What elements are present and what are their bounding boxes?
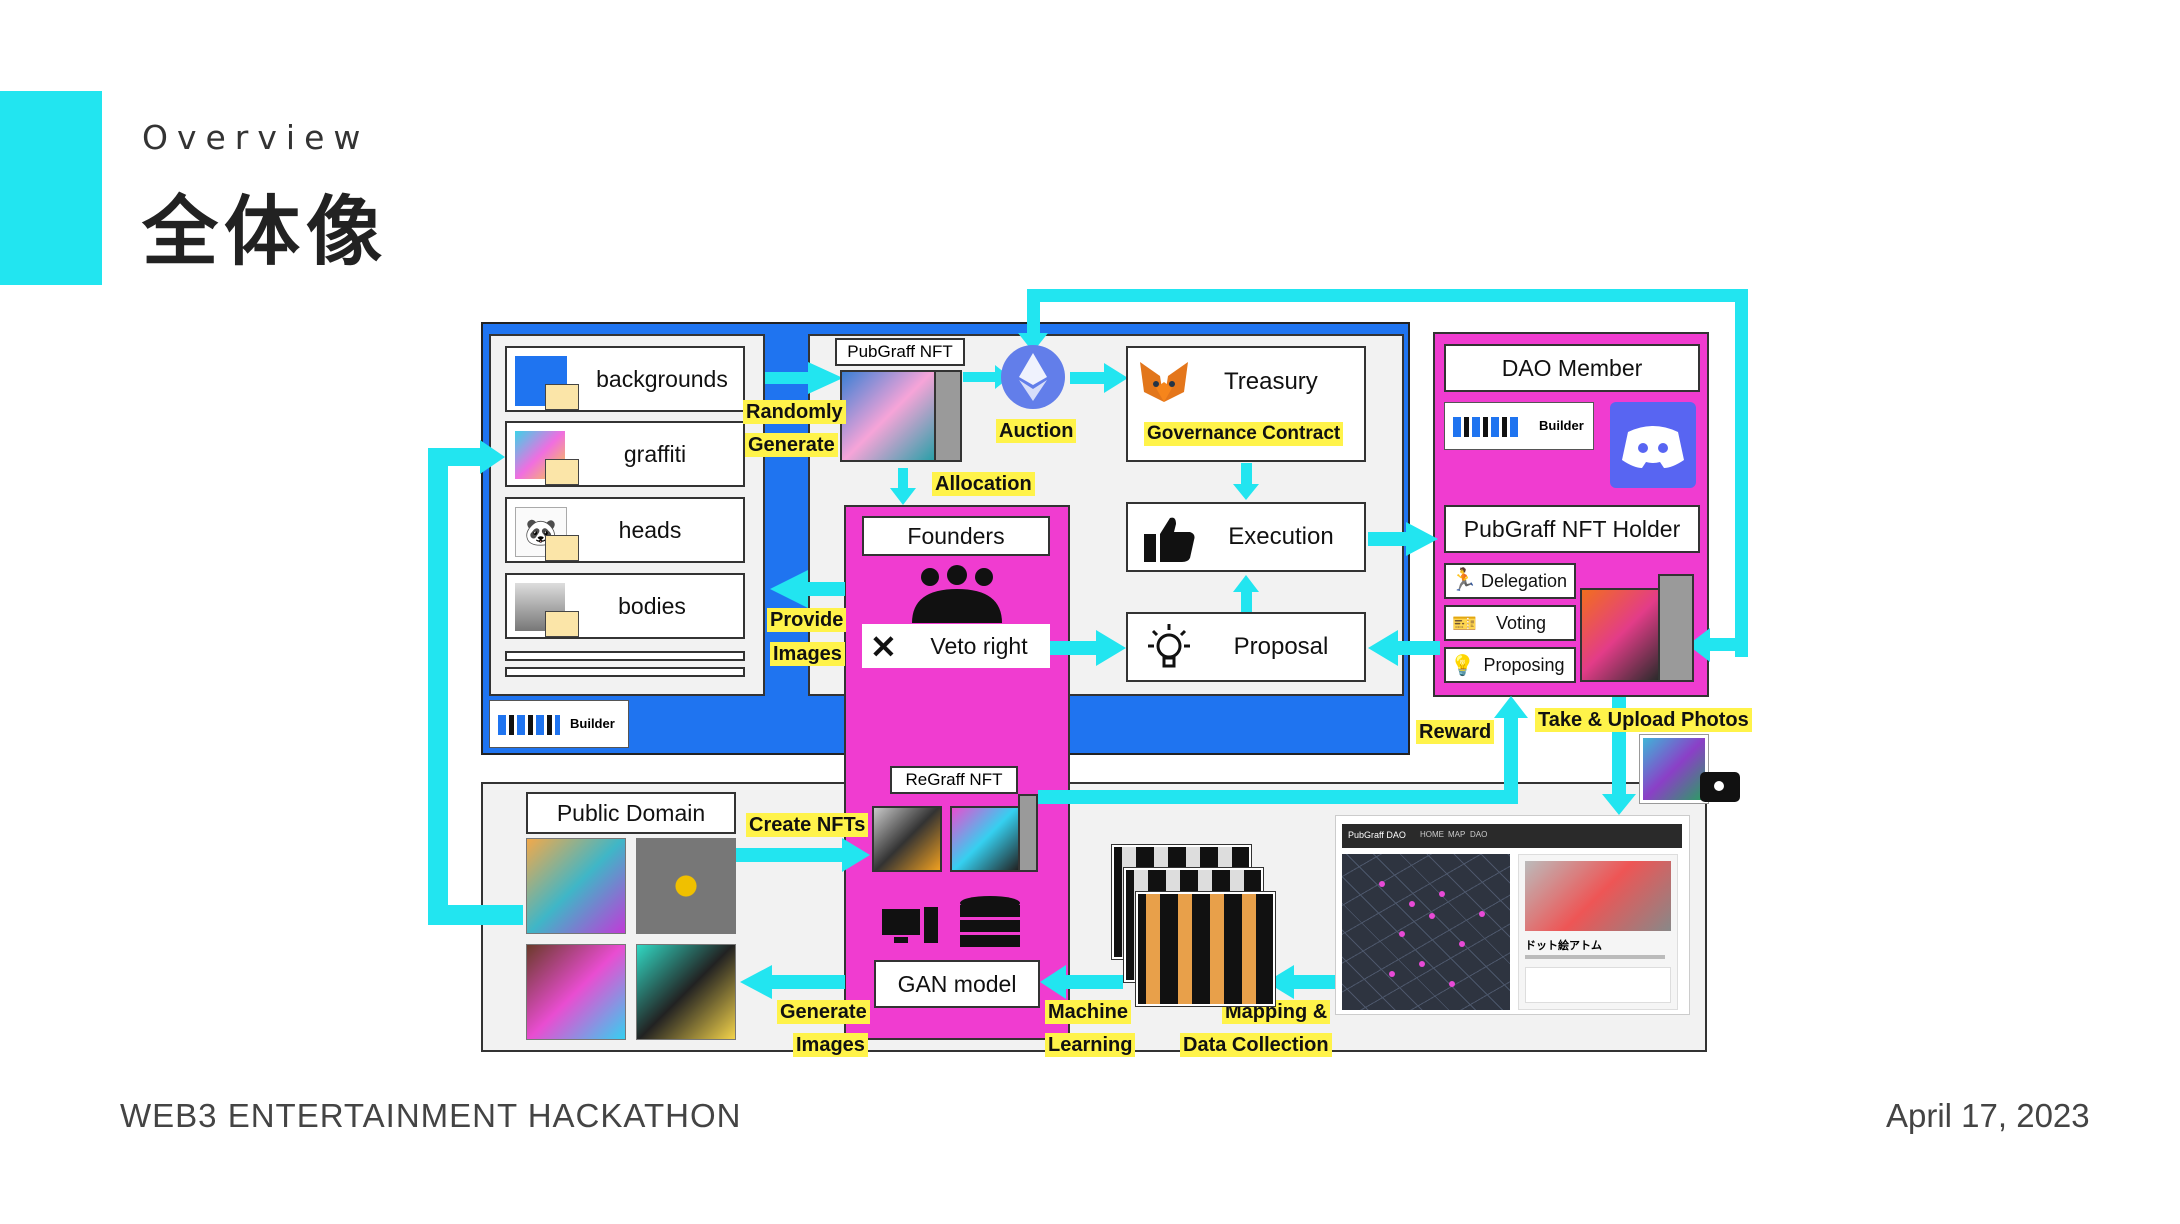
group-icon [912,565,1002,623]
nouns-logo-icon [498,715,560,735]
layer-placeholder-line [505,667,745,677]
map-pins [1379,881,1485,987]
dao-builder-badge: Builder [1444,402,1594,450]
treasury-title: Treasury [1224,368,1318,395]
app-navbar: PubGraff DAO HOME MAP DAO [1342,824,1682,848]
voting-label: Voting [1495,612,1547,633]
folder-icon [545,459,579,485]
footer-event: WEB3 ENTERTAINMENT HACKATHON [120,1097,742,1134]
voting-box: 🎫 Voting [1444,605,1576,641]
mapping-label-2: Data Collection [1180,1033,1332,1057]
pubgraff-nft-label: PubGraff NFT [835,338,965,366]
gan-model-box: GAN model [874,960,1040,1008]
regraff-cube-1 [872,806,942,872]
app-map [1342,854,1510,1010]
execution-box: Execution [1126,502,1366,572]
folder-icon [545,611,579,637]
cube-side [1018,794,1038,872]
app-nav-map: MAP [1448,830,1466,839]
proposal-box: Proposal [1126,612,1366,682]
pd-image-2 [636,838,736,934]
randomly-label: Randomly [743,400,846,424]
upload-label: Take & Upload Photos [1535,708,1752,732]
cube-side [1658,574,1694,682]
layer-placeholder-line [505,651,745,661]
thumbs-up-icon [1144,517,1195,562]
app-nav-home: HOME [1420,830,1444,839]
builder-label: Builder [1539,418,1584,433]
app-card: ドット絵アトム [1518,854,1678,1010]
delegation-label: Delegation [1480,570,1568,591]
folder-icon [545,535,579,561]
veto-label: Veto right [930,632,1028,659]
machine-learning-label-2: Learning [1045,1033,1136,1057]
layer-graffiti: graffiti [505,421,745,487]
proposing-box: 💡 Proposing [1444,647,1576,683]
proposal-label: Proposal [1233,633,1329,660]
treasury-box: Treasury Governance Contract [1126,346,1366,462]
nouns-logo-icon [1453,417,1519,437]
builder-label: Builder [570,716,615,731]
execution-label: Execution [1228,523,1334,550]
create-nfts-label: Create NFTs [746,813,869,837]
auction-label: Auction [996,419,1077,443]
pd-image-3 [526,944,626,1040]
dao-member-box: DAO Member [1444,344,1700,392]
proposing-label: Proposing [1483,654,1565,675]
footer-date: April 17, 2023 [1886,1097,2090,1134]
layer-label: backgrounds [596,365,728,392]
layer-label: heads [618,516,682,543]
app-card-detail [1525,967,1671,1003]
metamask-fox-icon [1136,358,1192,410]
cube-side [934,370,962,462]
public-domain-box: Public Domain [526,792,736,834]
camera-icon [1700,772,1740,802]
layer-heads: 🐼 heads [505,497,745,563]
app-nav-dao: DAO [1470,830,1488,839]
discord-icon [1610,402,1696,488]
generate-images-label-1: Generate [777,1000,870,1024]
generate-images-label-2: Images [793,1033,868,1057]
app-card-image [1525,861,1671,931]
pubgraff-nft-cube [840,370,936,462]
app-card-meta [1525,955,1665,959]
layer-label: bodies [618,592,686,619]
ticket-icon: 🎫 [1452,613,1477,635]
layer-backgrounds: backgrounds [505,346,745,412]
regraff-nft-label: ReGraff NFT [890,766,1018,794]
close-icon: ✕ [870,629,897,665]
holder-nft-cube [1580,588,1660,682]
provide-label: Provide [767,608,847,632]
layer-label: graffiti [623,440,687,467]
app-brand: PubGraff DAO [1348,830,1406,840]
data-thumbs-front [1136,892,1275,1006]
layer-bodies: bodies [505,573,745,639]
reward-label: Reward [1416,720,1495,744]
delegation-box: 🏃 Delegation [1444,563,1576,599]
pd-image-1 [526,838,626,934]
veto-right-box: ✕ Veto right [862,624,1050,668]
allocation-label: Allocation [932,472,1035,496]
lightbulb-icon [1148,624,1190,668]
machine-learning-label-1: Machine [1045,1000,1132,1024]
regraff-cube-2 [950,806,1020,872]
ethereum-icon [1001,345,1065,409]
folder-icon [545,384,579,410]
app-screenshot: PubGraff DAO HOME MAP DAO ドット絵アトム [1335,815,1690,1015]
founders-box: Founders [862,516,1050,556]
generate-label: Generate [745,433,838,457]
running-person-icon: 🏃 [1450,567,1478,592]
diagram: backgrounds graffiti 🐼 heads bodies Buil… [0,0,2180,1224]
builder-badge: Builder [489,700,629,748]
images-label: Images [770,642,845,666]
computer-database-icon [882,896,1020,947]
uploaded-photo [1640,735,1708,803]
nft-holder-box: PubGraff NFT Holder [1444,505,1700,553]
camera-lens [1711,778,1727,794]
lightbulb-icon: 💡 [1450,655,1475,677]
pd-image-4 [636,944,736,1040]
app-card-title: ドット絵アトム [1525,939,1602,952]
governance-contract-label: Governance Contract [1144,422,1344,446]
